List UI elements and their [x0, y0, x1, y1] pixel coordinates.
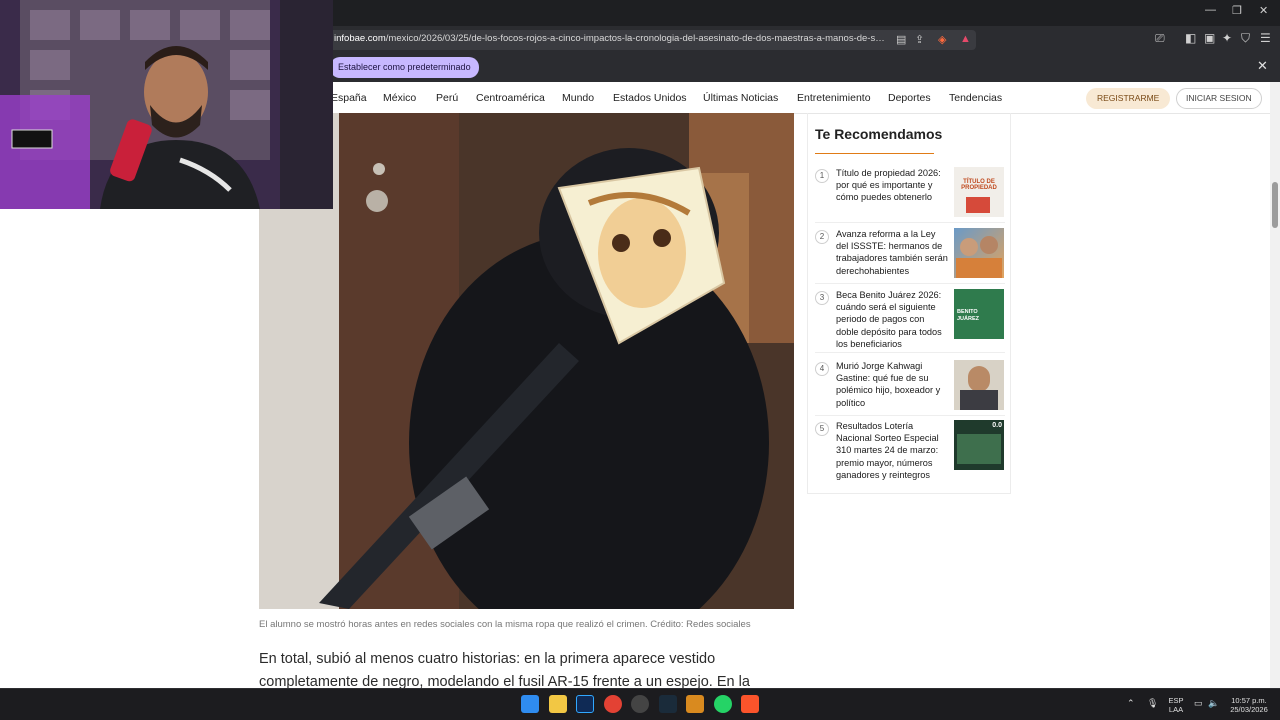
clothing-shape — [956, 258, 1002, 278]
language-bottom: LAA — [1168, 705, 1184, 714]
menu-icon[interactable]: ☰ — [1260, 31, 1271, 45]
recommendations-panel: Te Recomendamos 1 Título de propiedad 20… — [807, 113, 1011, 494]
url-text: infobae.com/mexico/2026/03/25/de-los-foc… — [334, 33, 886, 44]
reco-number: 5 — [815, 422, 829, 436]
whatsapp-icon[interactable] — [714, 695, 732, 713]
file-explorer-icon[interactable] — [549, 695, 567, 713]
reco-item-5[interactable]: 5 Resultados Lotería Nacional Sorteo Esp… — [815, 420, 1005, 486]
reco-number: 2 — [815, 230, 829, 244]
nav-item-mexico[interactable]: México — [383, 92, 416, 104]
house-shape — [966, 197, 990, 213]
reco-thumbnail[interactable]: 0.0 — [954, 420, 1004, 470]
thumb-label: TÍTULO DE PROPIEDAD — [961, 179, 997, 191]
reco-item-1[interactable]: 1 Título de propiedad 2026: por qué es i… — [815, 167, 1005, 223]
photo-caption: El alumno se mostró horas antes en redes… — [259, 619, 751, 630]
screenshot-icon[interactable]: ⎚ — [1155, 31, 1165, 46]
nav-item-estados-unidos[interactable]: Estados Unidos — [613, 92, 687, 104]
language-indicator[interactable]: ESP LAA — [1166, 696, 1186, 714]
page-scrollbar[interactable] — [1270, 82, 1280, 688]
ticket-shape — [957, 434, 1001, 464]
person-shape — [960, 238, 978, 256]
person-shape — [980, 236, 998, 254]
language-top: ESP — [1168, 696, 1184, 705]
close-window-button[interactable]: ✕ — [1259, 4, 1268, 17]
reco-number: 3 — [815, 291, 829, 305]
nav-item-deportes[interactable]: Deportes — [888, 92, 931, 104]
brave-rewards-icon[interactable]: ▲ — [960, 33, 971, 45]
clock-time: 10:57 p.m. — [1231, 696, 1267, 705]
clock[interactable]: 10:57 p.m. 25/03/2026 — [1224, 696, 1274, 714]
thumb-label: BENITO JUÁREZ — [957, 309, 980, 322]
reco-number: 1 — [815, 169, 829, 183]
sublime-icon[interactable] — [686, 695, 704, 713]
reco-thumbnail[interactable]: TÍTULO DE PROPIEDAD — [954, 167, 1004, 217]
article-photo-drawing — [259, 113, 794, 609]
nav-item-entretenimiento[interactable]: Entretenimiento — [797, 92, 871, 104]
thumb-label: 0.0 — [992, 422, 1002, 429]
start-button[interactable] — [521, 695, 539, 713]
taskbar: ⌃ 🎙 ESP LAA ▭ 🔈 10:57 p.m. 25/03/2026 — [0, 688, 1280, 720]
sidebar-icon[interactable]: ◧ — [1185, 31, 1196, 45]
reco-headline[interactable]: Resultados Lotería Nacional Sorteo Espec… — [836, 420, 948, 481]
article-photo[interactable] — [259, 113, 794, 609]
vpn-icon[interactable]: ⛉ — [1241, 31, 1250, 46]
reco-headline[interactable]: Beca Benito Juárez 2026: cuándo será el … — [836, 289, 948, 350]
address-bar[interactable]: infobae.com/mexico/2026/03/25/de-los-foc… — [326, 30, 976, 50]
webcam-overlay — [0, 0, 333, 209]
restore-button[interactable]: ❐ — [1232, 4, 1242, 17]
article-body: En total, subió al menos cuatro historia… — [259, 651, 750, 688]
nav-item-tendencias[interactable]: Tendencias — [949, 92, 1002, 104]
reco-item-4[interactable]: 4 Murió Jorge Kahwagi Gastine: qué fue d… — [815, 360, 1005, 416]
reco-headline[interactable]: Título de propiedad 2026: por qué es imp… — [836, 167, 948, 204]
webcam-drawing — [0, 0, 333, 209]
close-icon[interactable]: ✕ — [1257, 58, 1268, 74]
reco-headline[interactable]: Avanza reforma a la Ley del ISSSTE: herm… — [836, 228, 948, 277]
photoshop-icon[interactable] — [576, 695, 594, 713]
nav-item-mundo[interactable]: Mundo — [562, 92, 594, 104]
reco-item-2[interactable]: 2 Avanza reforma a la Ley del ISSSTE: he… — [815, 228, 1005, 284]
reader-mode-icon[interactable]: ▤ — [896, 33, 906, 46]
register-button[interactable]: REGISTRARME — [1086, 88, 1171, 109]
minimize-button[interactable]: — — [1205, 4, 1216, 16]
set-default-button[interactable]: Establecer como predeterminado — [330, 57, 479, 78]
share-icon[interactable]: ⇪ — [915, 33, 924, 46]
brave-shields-icon[interactable]: ◈ — [938, 33, 946, 46]
terminal-icon[interactable] — [659, 695, 677, 713]
reco-number: 4 — [815, 362, 829, 376]
nav-item-espana[interactable]: España — [331, 92, 367, 104]
recommendations-title: Te Recomendamos — [815, 126, 943, 142]
tray-expand-icon[interactable]: ⌃ — [1127, 698, 1135, 709]
reco-item-3[interactable]: 3 Beca Benito Juárez 2026: cuándo será e… — [815, 289, 1005, 353]
obs-icon[interactable] — [631, 695, 649, 713]
nav-item-centroamerica[interactable]: Centroamérica — [476, 92, 545, 104]
leo-ai-icon[interactable]: ✦ — [1222, 31, 1232, 45]
face-shape — [968, 366, 990, 392]
suit-shape — [960, 390, 998, 410]
scrollbar-thumb[interactable] — [1272, 182, 1278, 228]
clock-date: 25/03/2026 — [1230, 705, 1268, 714]
login-button[interactable]: INICIAR SESION — [1176, 88, 1262, 109]
chrome-icon[interactable] — [604, 695, 622, 713]
microphone-icon[interactable]: 🎙 — [1147, 698, 1158, 709]
screen: — ❐ ✕ infobae.com/mexico/2026/03/25/de-l… — [0, 0, 1280, 720]
reco-headline[interactable]: Murió Jorge Kahwagi Gastine: qué fue de … — [836, 360, 948, 409]
brave-icon[interactable] — [741, 695, 759, 713]
nav-item-ultimas-noticias[interactable]: Últimas Noticias — [703, 92, 778, 104]
network-icon[interactable]: ▭ — [1194, 698, 1203, 709]
reco-thumbnail[interactable]: BENITO JUÁREZ — [954, 289, 1004, 339]
nav-item-peru[interactable]: Perú — [436, 92, 458, 104]
title-underline — [815, 153, 934, 154]
reco-thumbnail[interactable] — [954, 360, 1004, 410]
wallet-icon[interactable]: ▣ — [1204, 31, 1215, 45]
reco-thumbnail[interactable] — [954, 228, 1004, 278]
volume-icon[interactable]: 🔈 — [1208, 698, 1219, 709]
